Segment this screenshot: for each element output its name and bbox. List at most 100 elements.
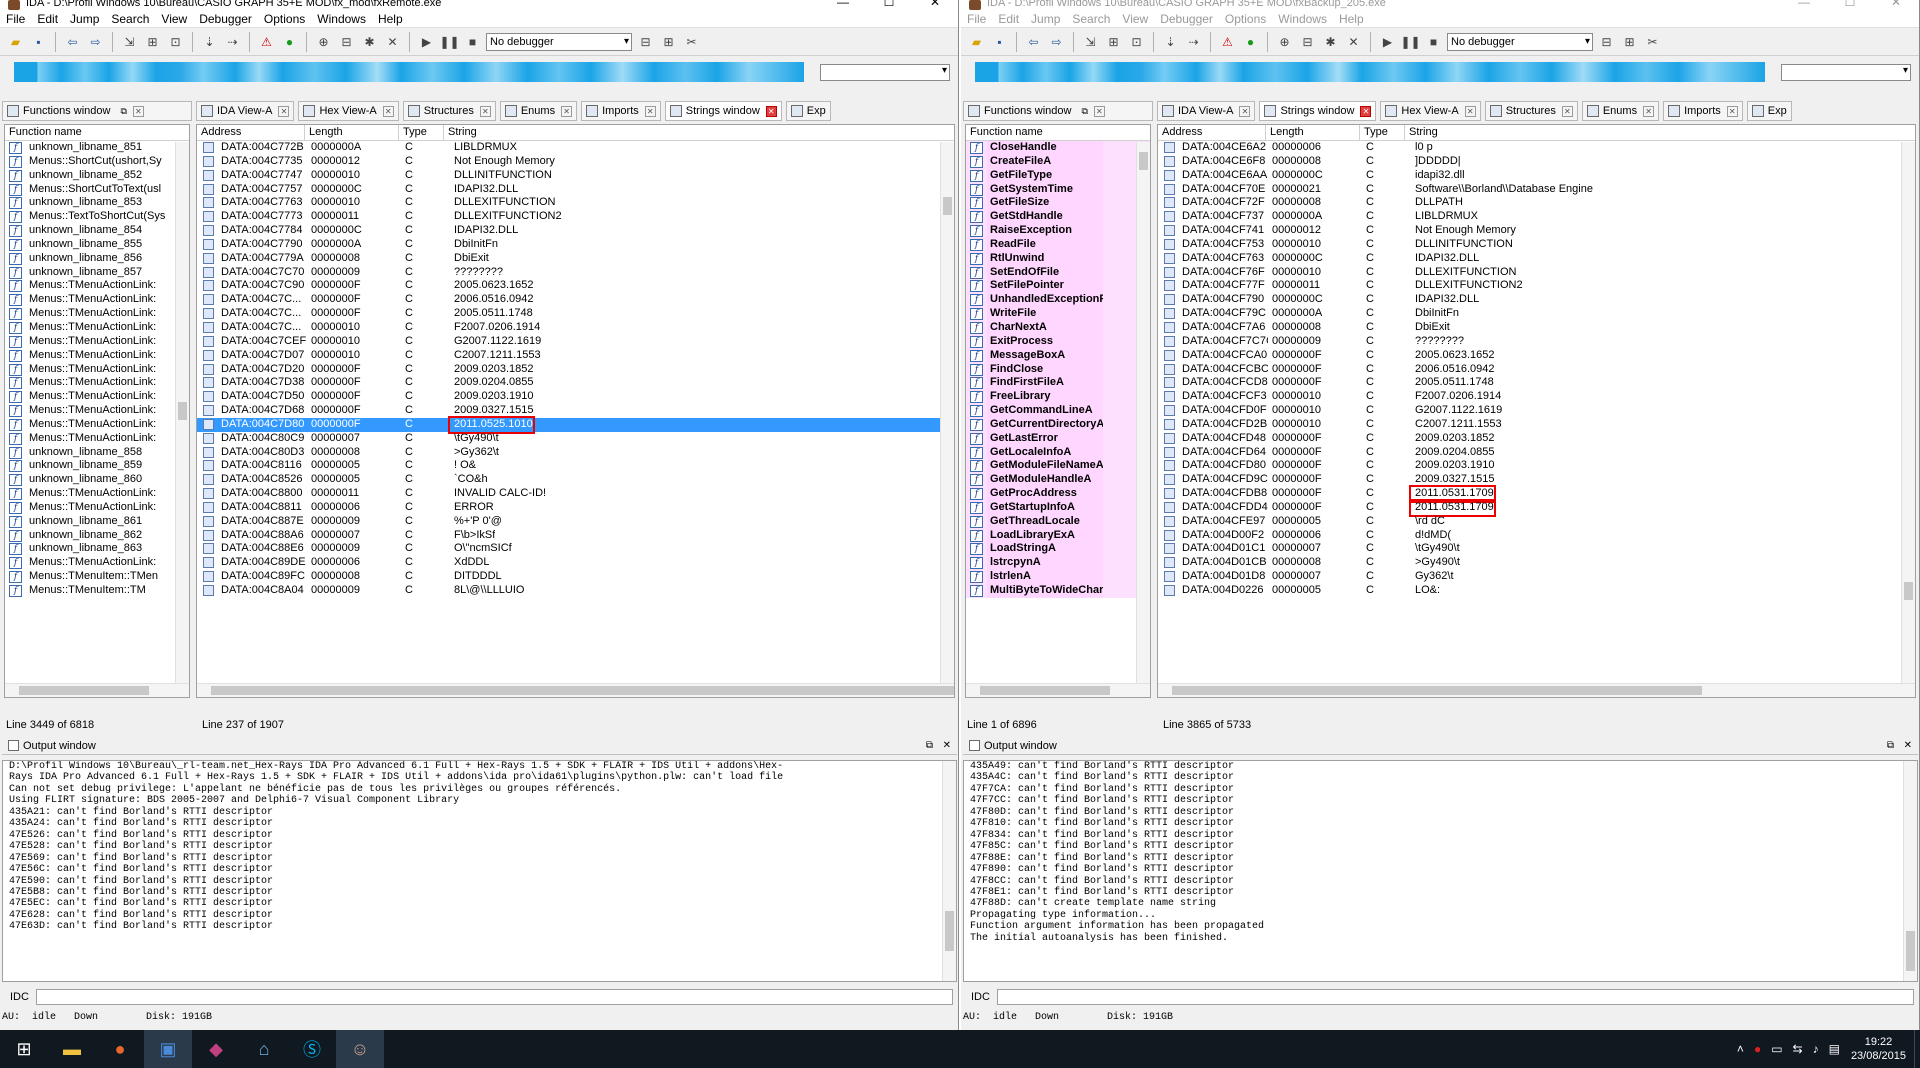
string-row[interactable]: DATA:004CF7C7C 00000009 C???????? — [1158, 335, 1915, 349]
string-row[interactable]: DATA:004CE6AA 0000000C Cidapi32.dll — [1158, 169, 1915, 183]
pause-icon[interactable]: ❚❚ — [439, 32, 459, 51]
string-row[interactable]: DATA:004CFD80 0000000F C 2009.0203.1910 — [1158, 459, 1915, 473]
minimize-button[interactable]: — — [1781, 0, 1827, 8]
function-row[interactable]: f GetModuleHandleA — [966, 473, 1150, 488]
minimize-button[interactable]: — — [820, 0, 866, 8]
stop-icon[interactable]: ■ — [463, 32, 482, 51]
function-row[interactable]: f unknown_libname_855 — [5, 238, 189, 252]
function-row[interactable]: f unknown_libname_861 — [5, 515, 189, 529]
string-row[interactable]: DATA:004C7790 0000000A C DbiInitFn — [197, 238, 954, 252]
string-row[interactable]: DATA:004C8811 00000006 C ERROR — [197, 501, 954, 515]
run-green-icon[interactable]: ● — [280, 32, 299, 51]
function-row[interactable]: f Menus::TMenuItem::TMen — [5, 570, 189, 584]
string-row[interactable]: DATA:004C7D07 00000010 C C2007.1211.1553 — [197, 349, 954, 363]
string-row[interactable]: DATA:004C7C... 00000010 C F2007.0206.1914 — [197, 321, 954, 335]
function-row[interactable]: f GetLocaleInfoA — [966, 445, 1150, 460]
close-icon[interactable]: ✕ — [132, 105, 144, 117]
function-row[interactable]: f unknown_libname_862 — [5, 529, 189, 543]
string-row[interactable]: DATA:004C7C70 00000009 C???????? — [197, 266, 954, 280]
struct-icon[interactable]: ⊟ — [1298, 32, 1317, 51]
string-row[interactable]: DATA:004CF753 00000010 C DLLINITFUNCTION — [1158, 238, 1915, 252]
column-length[interactable]: Length — [1266, 125, 1360, 140]
menu-file[interactable]: File — [6, 12, 25, 26]
cancel-icon[interactable]: ✕ — [1344, 32, 1363, 51]
navigation-select[interactable] — [1781, 64, 1911, 81]
function-row[interactable]: f GetFileSize — [966, 196, 1150, 211]
function-row[interactable]: f unknown_libname_853 — [5, 196, 189, 210]
function-row[interactable]: f Menus::TMenuActionLink: — [5, 501, 189, 515]
notification-icon[interactable]: ▤ — [1829, 1042, 1840, 1056]
function-row[interactable]: f Menus::TMenuActionLink: — [5, 390, 189, 404]
cross-ref-icon[interactable]: ⊡ — [1127, 32, 1146, 51]
function-row[interactable]: f RtlUnwind — [966, 251, 1150, 266]
menu-search[interactable]: Search — [1072, 12, 1110, 26]
play-icon[interactable]: ▶ — [1378, 32, 1397, 51]
function-row[interactable]: f GetProcAddress — [966, 487, 1150, 501]
menu-windows[interactable]: Windows — [317, 12, 366, 26]
menu-options[interactable]: Options — [264, 12, 305, 26]
idc-command-input[interactable] — [997, 989, 1914, 1005]
function-row[interactable]: f CreateFileA — [966, 154, 1150, 169]
string-row[interactable]: DATA:004C80D3 00000008 C >Gy362\t — [197, 446, 954, 460]
function-row[interactable]: f unknown_libname_854 — [5, 224, 189, 238]
column-string[interactable]: String — [444, 125, 954, 140]
strings-hscroll[interactable] — [197, 683, 954, 697]
function-row[interactable]: f Menus::TextToShortCut(Sys — [5, 210, 189, 224]
string-row[interactable]: DATA:004C8800 00000011 C INVALID CALC-ID! — [197, 487, 954, 501]
string-row[interactable]: DATA:004CF763 0000000C C IDAPI32.DLL — [1158, 252, 1915, 266]
graph-icon[interactable]: ⊞ — [143, 32, 162, 51]
function-row[interactable]: f Menus::TMenuActionLink: — [5, 418, 189, 432]
menu-view[interactable]: View — [1122, 12, 1148, 26]
patch-icon[interactable]: ✱ — [1321, 32, 1340, 51]
string-row[interactable]: DATA:004CE6F8 00000008 C]DDDDD| — [1158, 155, 1915, 169]
close-icon[interactable]: ✕ — [1904, 737, 1912, 755]
close-icon[interactable]: ✕ — [1561, 105, 1573, 117]
tab-imports[interactable]: Imports ✕ — [1663, 101, 1743, 121]
function-row[interactable]: f GetStdHandle — [966, 210, 1150, 225]
string-row[interactable]: DATA:004C7757 0000000C C IDAPI32.DLL — [197, 183, 954, 197]
functions-vscroll[interactable] — [1136, 142, 1150, 683]
struct-icon[interactable]: ⊟ — [337, 32, 356, 51]
debug-attach-icon[interactable]: ⊞ — [659, 32, 678, 51]
function-row[interactable]: f Menus::TMenuItem::TM — [5, 584, 189, 598]
idc-command-input[interactable] — [36, 989, 953, 1005]
string-row[interactable]: DATA:004C88E6 00000009 C O\"ncmSICf — [197, 542, 954, 556]
functions-vscroll[interactable] — [175, 142, 189, 683]
function-row[interactable]: f Menus::ShortCut(ushort,Sy — [5, 155, 189, 169]
forward-icon[interactable]: ⇨ — [1047, 32, 1066, 51]
function-name-column[interactable]: Function name — [5, 125, 189, 140]
data-icon[interactable]: ⇣ — [200, 32, 219, 51]
function-row[interactable]: f Menus::TMenuActionLink: — [5, 335, 189, 349]
string-row[interactable]: DATA:004D00F2 00000006 Cd!dMD( — [1158, 529, 1915, 543]
data-icon[interactable]: ⇣ — [1161, 32, 1180, 51]
pin-icon[interactable]: ⧉ — [120, 106, 126, 117]
string-row[interactable]: DATA:004C7763 00000010 C DLLEXITFUNCTION — [197, 196, 954, 210]
string-row[interactable]: DATA:004C7784 0000000C C IDAPI32.DLL — [197, 224, 954, 238]
add-icon[interactable]: ⊕ — [1275, 32, 1294, 51]
code-icon[interactable]: ⇢ — [223, 32, 242, 51]
column-length[interactable]: Length — [305, 125, 399, 140]
string-row[interactable]: DATA:004CF741 00000012 C Not Enough Memory — [1158, 224, 1915, 238]
string-row[interactable]: DATA:004CFD0F 00000010 C G2007.1122.1619 — [1158, 404, 1915, 418]
string-row[interactable]: DATA:004D01C1 00000007 C \tGy490\t — [1158, 542, 1915, 556]
menu-jump[interactable]: Jump — [70, 12, 99, 26]
app-icon[interactable]: ◆ — [192, 1030, 240, 1068]
column-string[interactable]: String — [1405, 125, 1915, 140]
cross-ref-icon[interactable]: ⊡ — [166, 32, 185, 51]
string-row[interactable]: DATA:004C8116 00000005 C ! O& — [197, 459, 954, 473]
string-row[interactable]: DATA:004D0226 00000005 C LO&: — [1158, 584, 1915, 598]
tab-functions-window[interactable]: Functions window ⧉ ✕ — [2, 101, 192, 121]
string-row[interactable]: DATA:004CFE97 00000005 C \rd dC — [1158, 515, 1915, 529]
string-row[interactable]: DATA:004CFDB8 0000000F C 2011.0531.1709 — [1158, 485, 1915, 503]
function-row[interactable]: f Menus::TMenuActionLink: — [5, 321, 189, 335]
function-name-column[interactable]: Function name — [966, 125, 1150, 140]
tab-strings-window[interactable]: Strings window ✕ — [1259, 101, 1377, 121]
menu-file[interactable]: File — [967, 12, 986, 26]
close-button[interactable]: ✕ — [912, 0, 958, 8]
string-row[interactable]: DATA:004D01CB 00000008 C >Gy490\t — [1158, 556, 1915, 570]
tab-ida-view-a[interactable]: IDA View-A ✕ — [1157, 101, 1256, 121]
column-address[interactable]: Address — [197, 125, 305, 140]
file-explorer-icon[interactable]: ▬ — [48, 1030, 96, 1068]
function-row[interactable]: f LoadLibraryExA — [966, 528, 1150, 543]
menu-options[interactable]: Options — [1225, 12, 1266, 26]
